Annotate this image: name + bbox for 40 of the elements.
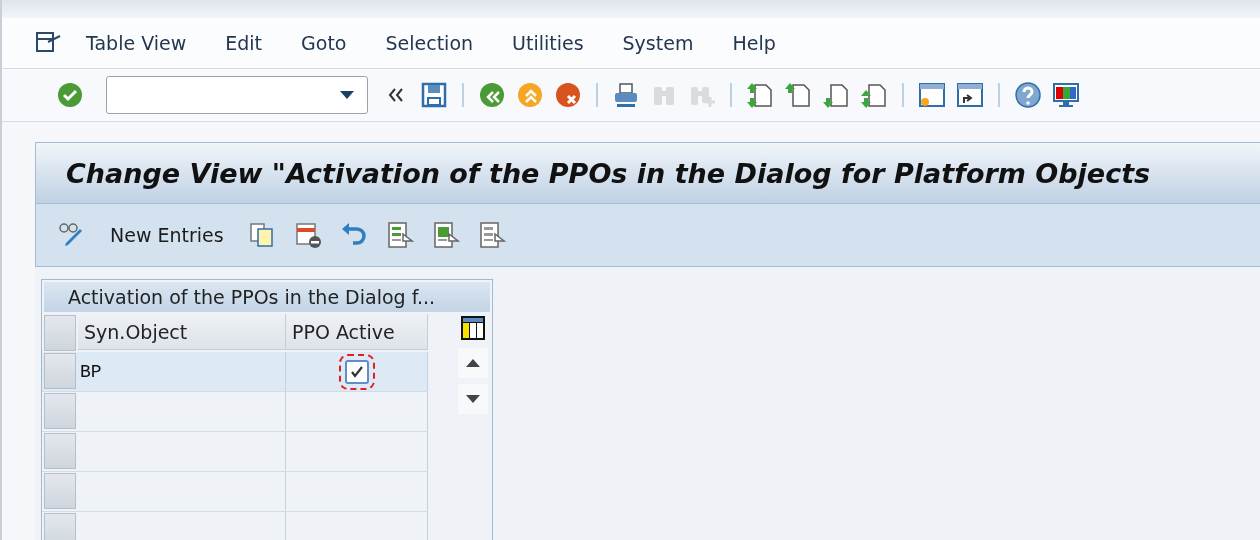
menu-item[interactable]: Utilities: [512, 32, 584, 55]
column-header[interactable]: PPO Active: [286, 314, 428, 350]
column-settings-icon[interactable]: [459, 314, 487, 342]
save-icon: [420, 81, 448, 110]
double-down-page-icon: [860, 81, 888, 110]
menu-item[interactable]: Help: [732, 32, 776, 55]
menu-item[interactable]: System: [622, 32, 694, 55]
select-rows-icon: [385, 221, 414, 249]
select-rows-icon: [431, 221, 460, 249]
screen-title: Change View "Activation of the PPOs in the Dialog for Platform Objects: [66, 157, 1151, 189]
menu-item[interactable]: Table View: [86, 32, 187, 55]
down-page-icon: [822, 81, 850, 110]
new-entries-button[interactable]: New Entries: [102, 224, 232, 246]
checkmark-icon: [349, 364, 364, 379]
help-icon: [1014, 81, 1042, 110]
dropdown-icon: [339, 90, 355, 101]
printer-icon: [612, 81, 640, 110]
exit-icon: [516, 81, 544, 110]
copy-icon: [247, 221, 276, 249]
menu-item[interactable]: Goto: [301, 32, 347, 55]
monitor-icon: [1052, 81, 1080, 110]
command-field[interactable]: [106, 76, 368, 115]
select-rows-icon: [477, 221, 506, 249]
back-icon: [478, 81, 506, 110]
up-down-page-icon: [746, 81, 774, 110]
menu-item[interactable]: Edit: [225, 32, 263, 55]
down-arrow-icon: [466, 395, 480, 403]
cancel-icon: [554, 81, 582, 110]
column-header[interactable]: Syn.Object: [78, 314, 286, 350]
scroll-down-button[interactable]: [458, 384, 488, 414]
new-window-icon: [918, 81, 946, 110]
checkmark-icon: [56, 81, 84, 110]
up-arrow-icon: [466, 359, 480, 367]
table-title: Activation of the PPOs in the Dialog f...: [44, 282, 490, 312]
shortcut-window-icon: [956, 81, 984, 110]
menu-item[interactable]: Selection: [385, 32, 474, 55]
up-page-icon: [784, 81, 812, 110]
delete-row-icon: [293, 221, 322, 249]
table-cell: BP: [78, 352, 286, 391]
scroll-up-button[interactable]: [458, 348, 488, 378]
